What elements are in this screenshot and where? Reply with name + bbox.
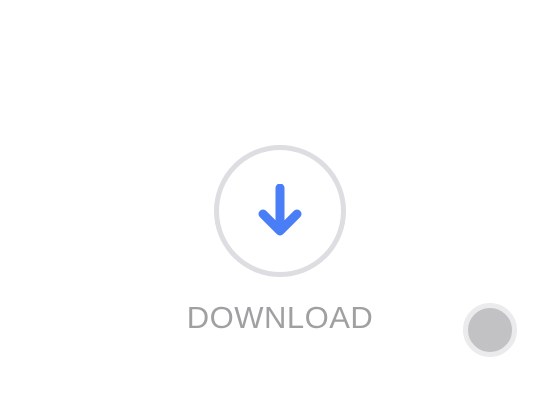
screen: DOWNLOAD	[0, 0, 560, 420]
download-button[interactable]	[214, 145, 346, 277]
arrow-down-icon	[258, 184, 302, 236]
download-label: DOWNLOAD	[186, 300, 374, 335]
floating-action-button[interactable]	[463, 303, 517, 357]
